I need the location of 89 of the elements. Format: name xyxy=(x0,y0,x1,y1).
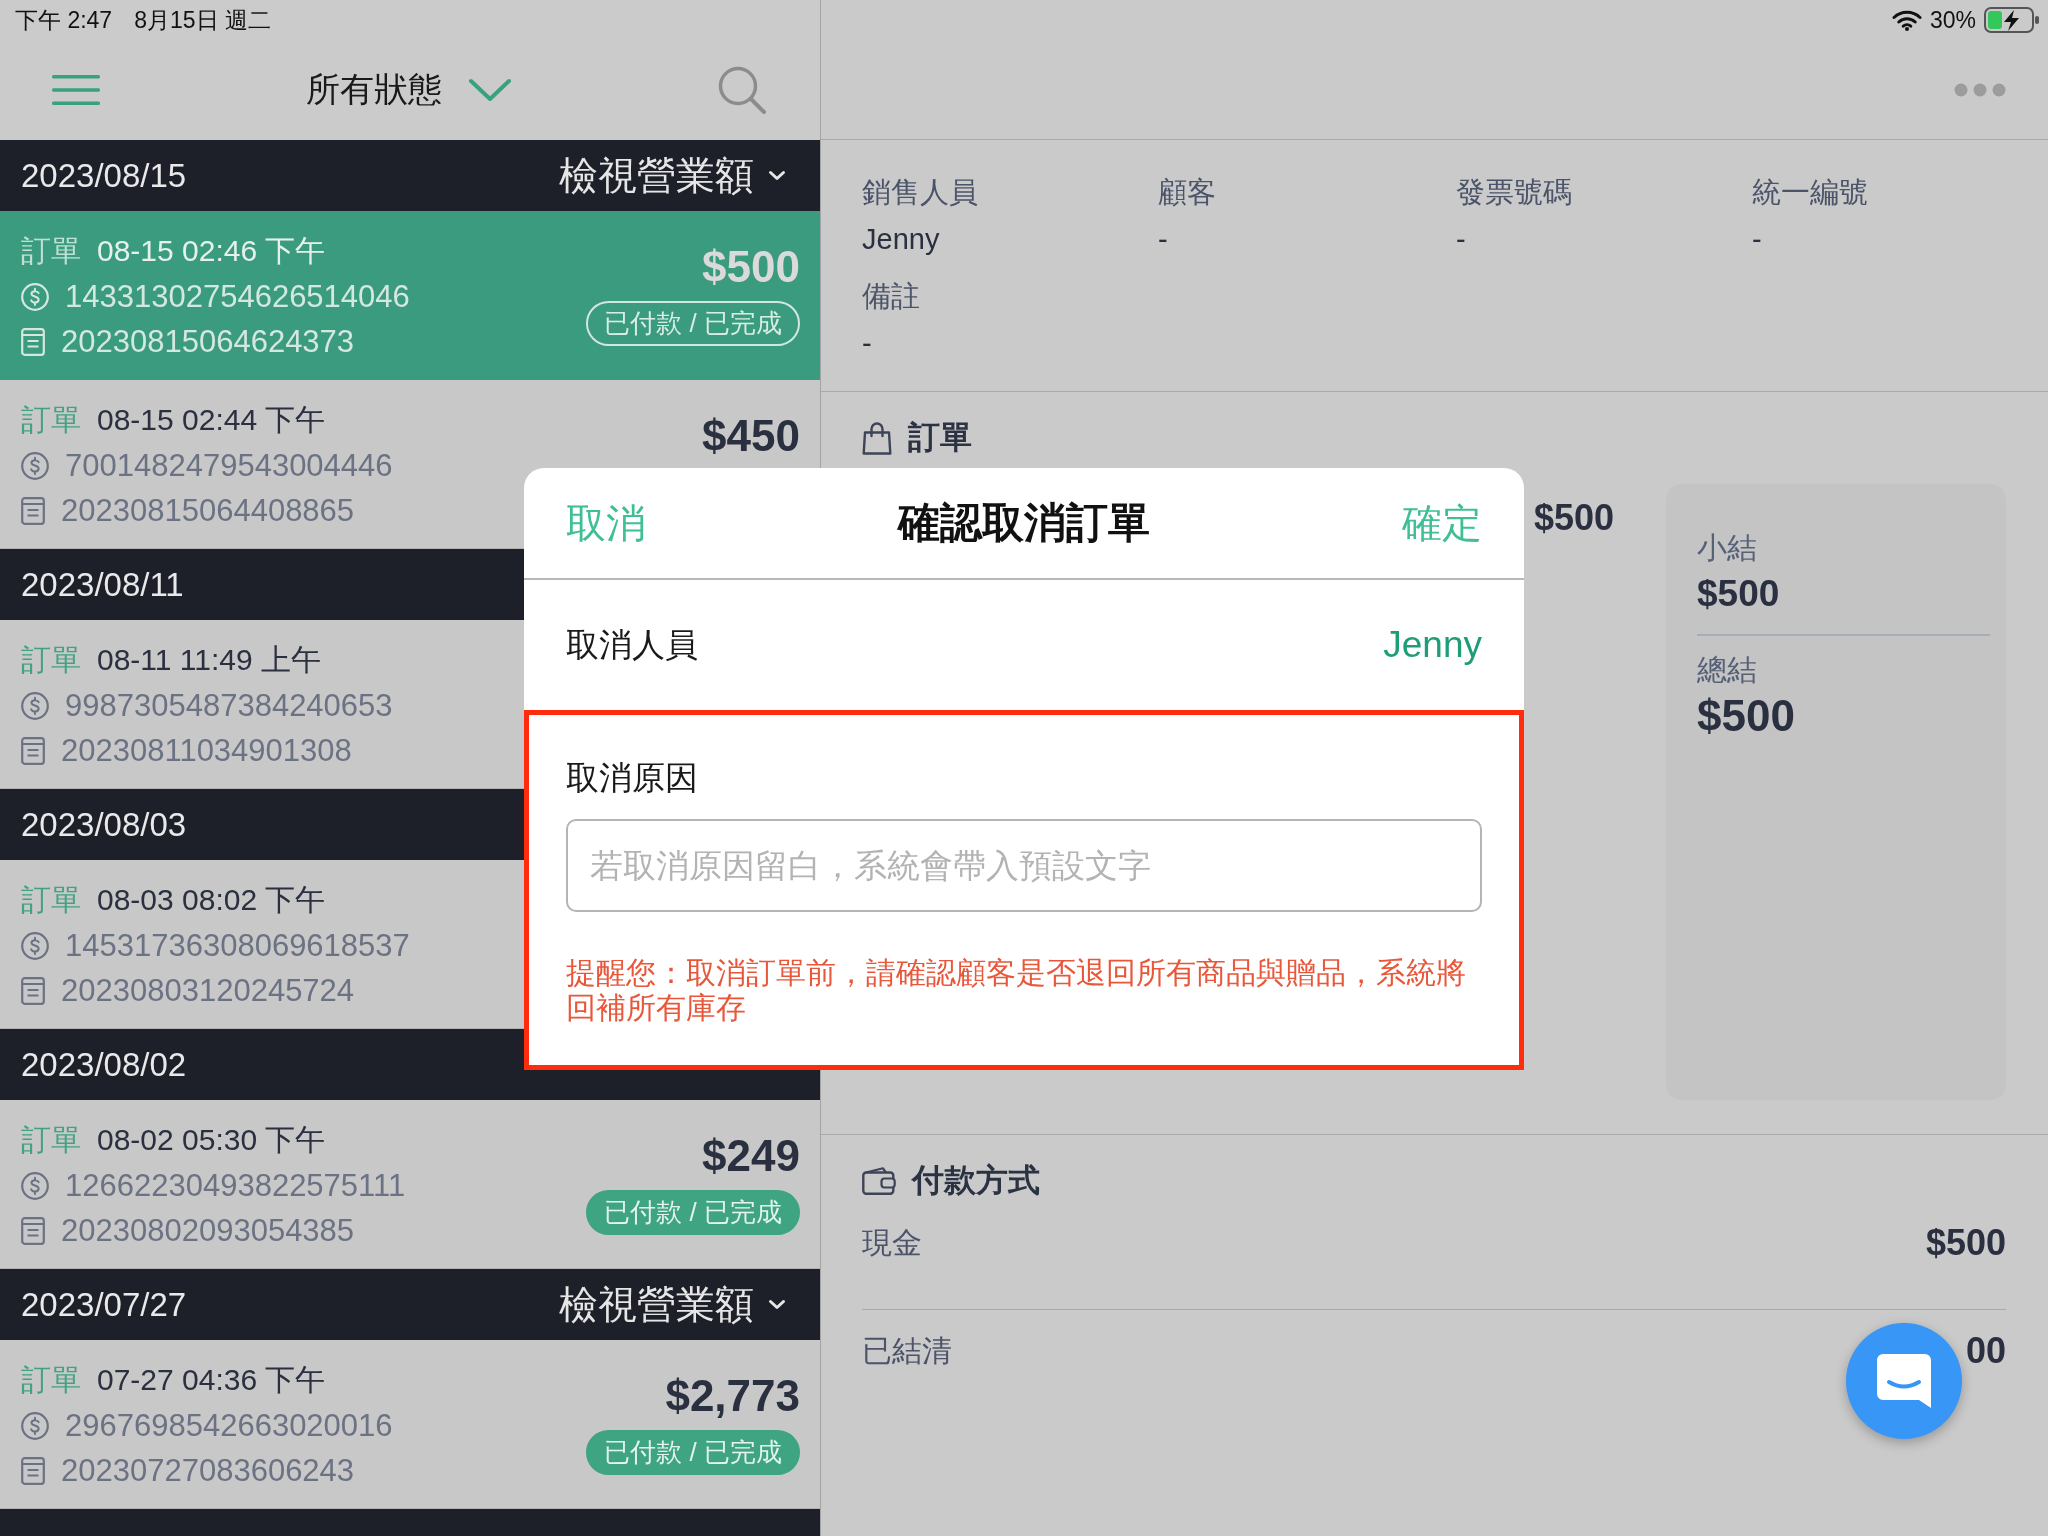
canceller-label: 取消人員 xyxy=(566,625,698,665)
wallet-icon xyxy=(862,1167,896,1195)
subtotal-amount: $500 xyxy=(1697,572,1780,616)
order-amount: $500 xyxy=(702,241,800,293)
receipt-number: 20230727083606243 xyxy=(61,1452,355,1489)
status-badge: 已付款 / 已完成 xyxy=(586,1430,800,1475)
receipt-number: 20230815064624373 xyxy=(61,323,355,360)
payment-amount: 00 xyxy=(1965,1331,2006,1371)
document-icon xyxy=(21,1456,45,1485)
order-time: 08-15 02:46 下午 xyxy=(97,233,326,269)
order-label: 訂單 xyxy=(21,642,81,678)
document-icon xyxy=(21,736,45,765)
field-value: - xyxy=(1752,222,1762,257)
payment-number: 2967698542663020016 xyxy=(65,1407,393,1444)
revenue-toggle[interactable]: 檢視營業額 xyxy=(559,148,786,203)
item-amount: $500 xyxy=(1533,496,1614,540)
chevron-down-icon xyxy=(768,170,786,181)
date-label: 2023/07/27 xyxy=(21,1285,187,1324)
field-label: 備註 xyxy=(862,279,920,314)
payment-amount: $500 xyxy=(1925,1223,2006,1263)
more-icon[interactable] xyxy=(1954,82,2006,97)
field-value: - xyxy=(1158,222,1168,257)
wifi-icon xyxy=(1891,9,1922,31)
order-label: 訂單 xyxy=(21,402,81,438)
dollar-circle-icon xyxy=(21,451,49,480)
document-icon xyxy=(21,1216,45,1245)
status-date: 8月15日 週二 xyxy=(134,6,271,34)
total-amount: $500 xyxy=(1697,690,1795,742)
summary-label: 小結 xyxy=(1697,530,1757,566)
status-filter[interactable]: 所有狀態 xyxy=(306,67,512,113)
payment-number: 12662230493822575111 xyxy=(65,1167,406,1204)
search-icon[interactable] xyxy=(718,66,766,114)
dialog-title: 確認取消訂單 xyxy=(898,498,1150,548)
order-amount: $2,773 xyxy=(665,1370,800,1422)
dollar-circle-icon xyxy=(21,1171,49,1200)
battery-percent: 30% xyxy=(1929,6,1976,34)
summary-label: 總結 xyxy=(1697,652,1757,688)
menu-icon[interactable] xyxy=(52,75,100,105)
payment-number: 14531736308069618537 xyxy=(65,927,410,964)
order-amount: $450 xyxy=(702,410,800,462)
payment-number: 14331302754626514046 xyxy=(65,278,410,315)
field-label: 發票號碼 xyxy=(1456,175,1572,210)
receipt-number: 20230802093054385 xyxy=(61,1212,355,1249)
chevron-down-icon xyxy=(768,1299,786,1310)
bag-icon xyxy=(862,421,892,455)
reason-field[interactable]: 若取消原因留白，系統會帶入預設文字 xyxy=(566,819,1482,912)
field-value: - xyxy=(1456,222,1466,257)
order-time: 07-27 04:36 下午 xyxy=(97,1362,326,1398)
order-time: 08-02 05:30 下午 xyxy=(97,1122,326,1158)
receipt-number: 20230815064408865 xyxy=(61,492,355,529)
order-time: 08-03 08:02 下午 xyxy=(97,882,326,918)
chevron-down-icon xyxy=(468,78,512,102)
date-label: 2023/08/15 xyxy=(21,156,187,195)
document-icon xyxy=(21,496,45,525)
receipt-number: 20230811034901308 xyxy=(61,732,352,769)
field-label: 顧客 xyxy=(1158,175,1216,210)
payment-number: 9987305487384240653 xyxy=(65,687,393,724)
status-badge: 已付款 / 已完成 xyxy=(586,1190,800,1235)
payment-label: 已結清 xyxy=(862,1333,952,1369)
order-label: 訂單 xyxy=(21,882,81,918)
revenue-toggle[interactable]: 檢視營業額 xyxy=(559,1277,786,1332)
payment-number: 7001482479543004446 xyxy=(65,447,393,484)
field-label: 銷售人員 xyxy=(862,175,978,210)
order-label: 訂單 xyxy=(21,233,81,269)
document-icon xyxy=(21,976,45,1005)
chat-bubble-icon xyxy=(1875,1353,1933,1409)
document-icon xyxy=(21,327,45,356)
dollar-circle-icon xyxy=(21,282,49,311)
field-value: - xyxy=(862,326,872,361)
dollar-circle-icon xyxy=(21,1411,49,1440)
status-badge: 已付款 / 已完成 xyxy=(586,301,800,346)
order-label: 訂單 xyxy=(21,1362,81,1398)
order-time: 08-15 02:44 下午 xyxy=(97,402,326,438)
date-label: 2023/08/11 xyxy=(21,565,184,604)
status-time: 下午 2:47 xyxy=(15,6,113,34)
battery-charging-icon xyxy=(1984,7,2040,33)
order-amount: $249 xyxy=(702,1130,800,1182)
field-value: Jenny xyxy=(862,222,940,257)
receipt-number: 20230803120245724 xyxy=(61,972,355,1009)
section-title: 付款方式 xyxy=(912,1161,1040,1200)
section-title: 訂單 xyxy=(908,418,972,457)
dollar-circle-icon xyxy=(21,691,49,720)
dollar-circle-icon xyxy=(21,931,49,960)
order-label: 訂單 xyxy=(21,1122,81,1158)
date-label: 2023/08/03 xyxy=(21,805,187,844)
payment-label: 現金 xyxy=(862,1225,922,1261)
order-time: 08-11 11:49 上午 xyxy=(97,642,322,678)
field-label: 統一編號 xyxy=(1752,175,1868,210)
date-label: 2023/08/02 xyxy=(21,1045,187,1084)
